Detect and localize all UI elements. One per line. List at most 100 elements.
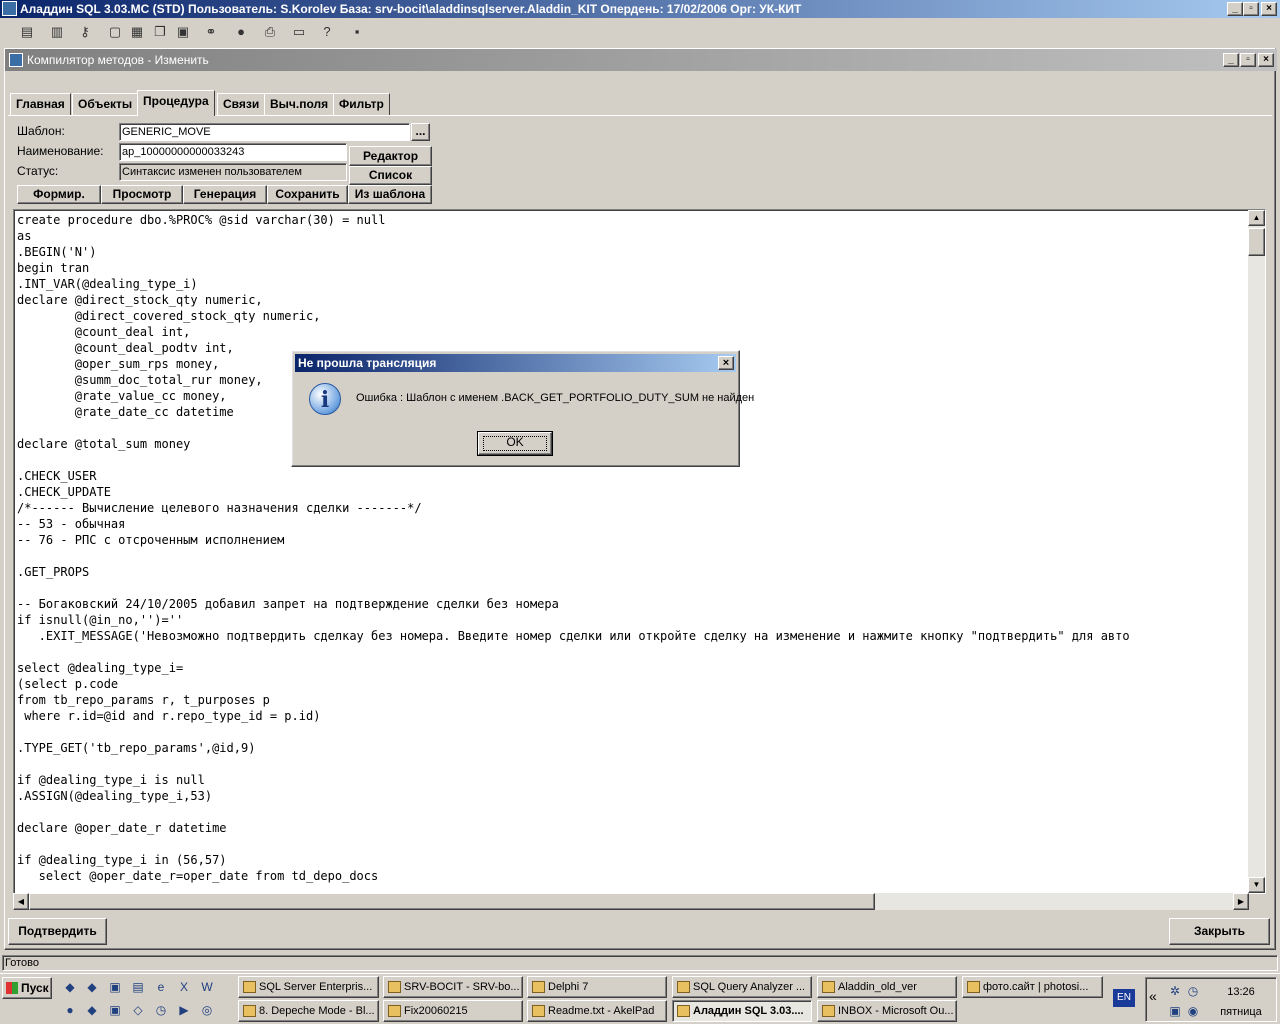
dialog-close-button[interactable]: ×	[718, 356, 734, 370]
browse-button[interactable]: ...	[411, 123, 430, 141]
quicklaunch-icon[interactable]: ◆	[83, 1001, 101, 1019]
tray-icon[interactable]: ◉	[1184, 1002, 1202, 1020]
code-line[interactable]: from tb_repo_params r, t_purposes p	[17, 692, 1249, 708]
code-line[interactable]	[17, 548, 1249, 564]
task-aladdin-sql[interactable]: Аладдин SQL 3.03....	[672, 1000, 812, 1022]
code-line[interactable]: .INT_VAR(@dealing_type_i)	[17, 276, 1249, 292]
quicklaunch-icon[interactable]: ▣	[106, 978, 124, 996]
preview-button[interactable]: Просмотр	[101, 185, 183, 204]
minimize-button[interactable]: _	[1227, 2, 1243, 16]
code-line[interactable]: .GET_PROPS	[17, 564, 1249, 580]
code-line[interactable]: if isnull(@in_no,'')=''	[17, 612, 1249, 628]
template-field[interactable]: GENERIC_MOVE	[119, 123, 410, 141]
quicklaunch-icon[interactable]: ◎	[198, 1001, 216, 1019]
code-line[interactable]: -- Богаковский 24/10/2005 добавил запрет…	[17, 596, 1249, 612]
maximize-button[interactable]: ▫	[1243, 2, 1259, 16]
scroll-thumb[interactable]	[1248, 228, 1265, 256]
dialog-titlebar[interactable]: Не прошла трансляция ×	[295, 354, 736, 372]
code-line[interactable]: .CHECK_UPDATE	[17, 484, 1249, 500]
cascade-icon[interactable]: ❐	[149, 22, 171, 44]
task-srv-bocit[interactable]: SRV-BOCIT - SRV-bo...	[383, 976, 523, 998]
task-depeche-mode[interactable]: 8. Depeche Mode - Bl...	[238, 1000, 379, 1022]
code-line[interactable]	[17, 804, 1249, 820]
window-icon[interactable]: ▢	[104, 22, 126, 44]
code-line[interactable]: select @oper_date_r=oper_date from td_de…	[17, 868, 1249, 884]
clock-icon[interactable]: ◷	[152, 1001, 170, 1019]
copy-icon[interactable]: ▣	[172, 22, 194, 44]
save-button[interactable]: Сохранить	[267, 185, 348, 204]
tray-icon[interactable]: ✲	[1166, 982, 1184, 1000]
tile-icon[interactable]: ▦	[126, 22, 148, 44]
tray-chevron-icon[interactable]: «	[1149, 988, 1157, 1004]
code-line[interactable]: declare @oper_date_r datetime	[17, 820, 1249, 836]
ie-icon[interactable]: e	[152, 978, 170, 996]
exit-icon[interactable]: ▪	[346, 22, 368, 44]
task-sql-enterprise[interactable]: SQL Server Enterpris...	[238, 976, 379, 998]
hscroll-thumb[interactable]	[29, 893, 875, 910]
tray-icon[interactable]: ▣	[1166, 1002, 1184, 1020]
quicklaunch-icon[interactable]: ▣	[106, 1001, 124, 1019]
task-photosite[interactable]: фото.сайт | photosi...	[962, 976, 1103, 998]
app-titlebar[interactable]: Аладдин SQL 3.03.MC (STD) Пользователь: …	[0, 0, 1280, 18]
close-button[interactable]: ×	[1261, 2, 1277, 16]
clock-time[interactable]: 13:26	[1206, 986, 1276, 998]
scroll-up-icon[interactable]: ▲	[1248, 210, 1265, 226]
key-icon[interactable]: ⚷	[74, 22, 96, 44]
generate-button[interactable]: Генерация	[183, 185, 267, 204]
code-editor[interactable]: create procedure dbo.%PROC% @sid varchar…	[13, 209, 1266, 894]
quicklaunch-icon[interactable]: ◇	[129, 1001, 147, 1019]
code-line[interactable]: @direct_covered_stock_qty numeric,	[17, 308, 1249, 324]
child-maximize-button[interactable]: ▫	[1240, 53, 1256, 67]
code-line[interactable]	[17, 580, 1249, 596]
word-icon[interactable]: W	[198, 978, 216, 996]
help-icon[interactable]: ?	[316, 22, 338, 44]
list-button[interactable]: Список	[349, 166, 432, 185]
code-line[interactable]: .BEGIN('N')	[17, 244, 1249, 260]
code-line[interactable]: create procedure dbo.%PROC% @sid varchar…	[17, 212, 1249, 228]
scroll-left-icon[interactable]: ◀	[13, 893, 29, 910]
code-line[interactable]	[17, 836, 1249, 852]
horizontal-scrollbar[interactable]: ◀ ▶	[13, 893, 1249, 910]
code-line[interactable]: .TYPE_GET('tb_repo_params',@id,9)	[17, 740, 1249, 756]
excel-icon[interactable]: X	[175, 978, 193, 996]
code-line[interactable]: begin tran	[17, 260, 1249, 276]
code-line[interactable]: if @dealing_type_i in (56,57)	[17, 852, 1249, 868]
code-line[interactable]: (select p.code	[17, 676, 1249, 692]
quicklaunch-icon[interactable]: ◆	[61, 978, 79, 996]
child-close-button[interactable]: ×	[1258, 53, 1274, 67]
form-button[interactable]: Формир.	[17, 185, 101, 204]
task-akelpad[interactable]: Readme.txt - AkelPad	[527, 1000, 667, 1022]
tab-calc-fields[interactable]: Выч.поля	[264, 93, 335, 115]
vertical-scrollbar[interactable]: ▲ ▼	[1248, 210, 1265, 893]
tab-links[interactable]: Связи	[217, 93, 266, 115]
quicklaunch-icon[interactable]: ▤	[129, 978, 147, 996]
name-field[interactable]: ap_10000000000033243	[119, 143, 347, 161]
code-line[interactable]: select @dealing_type_i=	[17, 660, 1249, 676]
editor-button[interactable]: Редактор	[349, 146, 432, 166]
tab-objects[interactable]: Объекты	[72, 93, 139, 115]
code-line[interactable]: -- 76 - РПС с отсроченным исполнением	[17, 532, 1249, 548]
code-line[interactable]: as	[17, 228, 1249, 244]
child-minimize-button[interactable]: _	[1223, 53, 1239, 67]
code-line[interactable]	[17, 724, 1249, 740]
from-template-button[interactable]: Из шаблона	[348, 185, 432, 204]
stop-icon[interactable]: ●	[230, 22, 252, 44]
binoculars-icon[interactable]: ⚭	[200, 22, 222, 44]
code-line[interactable]: -- 53 - обычная	[17, 516, 1249, 532]
confirm-button[interactable]: Подтвердить	[8, 918, 107, 945]
scroll-down-icon[interactable]: ▼	[1248, 877, 1265, 893]
language-indicator[interactable]: EN	[1113, 989, 1135, 1007]
tab-procedure[interactable]: Процедура	[137, 90, 215, 116]
doc-icon[interactable]: ▤	[16, 22, 38, 44]
code-line[interactable]: /*------ Вычисление целевого назначения …	[17, 500, 1249, 516]
media-icon[interactable]: ▶	[175, 1001, 193, 1019]
child-titlebar[interactable]: Компилятор методов - Изменить _ ▫ ×	[5, 49, 1277, 71]
code-line[interactable]: where r.id=@id and r.repo_type_id = p.id…	[17, 708, 1249, 724]
ok-button[interactable]: OK	[477, 431, 553, 456]
db-icon[interactable]: ▥	[46, 22, 68, 44]
printer-icon[interactable]: ⎙	[259, 22, 281, 44]
task-outlook[interactable]: INBOX - Microsoft Ou...	[817, 1000, 957, 1022]
scroll-right-icon[interactable]: ▶	[1233, 893, 1249, 910]
code-line[interactable]: @count_deal int,	[17, 324, 1249, 340]
code-line[interactable]: declare @direct_stock_qty numeric,	[17, 292, 1249, 308]
